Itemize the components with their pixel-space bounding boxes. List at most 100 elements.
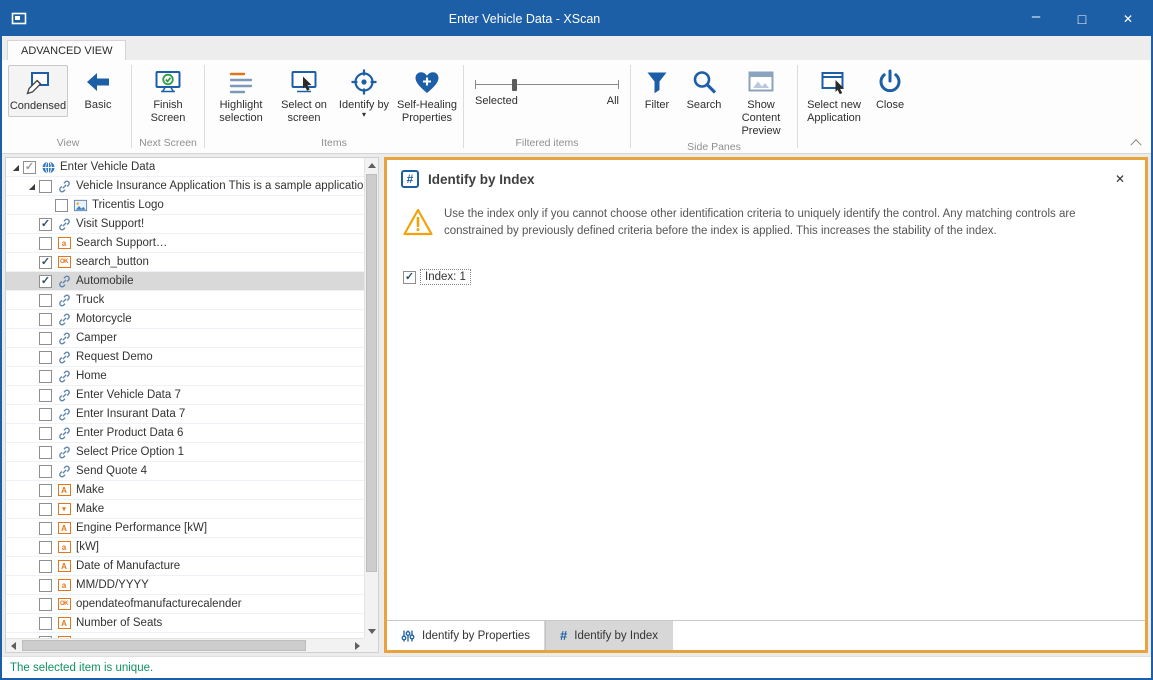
tree-item-checkbox[interactable] [39,370,52,383]
tree-item[interactable]: Enter Product Data 6 [6,424,364,443]
scroll-up-arrow[interactable] [365,158,379,172]
tree-item[interactable]: ▾Make [6,500,364,519]
tree-item-checkbox[interactable] [39,351,52,364]
tree-item[interactable]: OKopendateofmanufacturecalender [6,595,364,614]
search-label: Search [687,99,722,112]
tree-item-checkbox[interactable] [39,503,52,516]
tree-item[interactable]: Select Price Option 1 [6,443,364,462]
ribbon-group-label-filtered-items: Filtered items [467,137,627,153]
select-on-screen-button[interactable]: Select on screen [274,65,334,128]
tree-item-checkbox[interactable] [39,180,52,193]
title-bar[interactable]: Enter Vehicle Data - XScan [2,2,1151,36]
scroll-right-arrow[interactable] [350,639,364,653]
index-checkbox[interactable] [403,271,416,284]
tree-item[interactable]: aMM/DD/YYYY [6,576,364,595]
identify-by-button[interactable]: Identify by [334,65,394,120]
tree-item[interactable]: AEngine Performance [kW] [6,519,364,538]
tree-item-checkbox[interactable] [39,560,52,573]
select-on-screen-label: Select on screen [276,99,332,125]
tree-item[interactable]: ADate of Manufacture [6,557,364,576]
filtered-items-slider[interactable] [475,78,619,92]
tree-item-checkbox[interactable] [39,218,52,231]
finish-screen-button[interactable]: Finish Screen [135,65,201,128]
tree-item[interactable]: Camper [6,329,364,348]
close-xscan-label: Close [876,99,904,112]
power-icon [876,68,904,96]
horizontal-scroll-track[interactable] [20,639,350,652]
filter-button[interactable]: Filter [634,65,680,115]
horizontal-scroll-thumb[interactable] [22,640,306,651]
close-panel-icon[interactable] [1109,168,1131,190]
tree-item[interactable]: Visit Support! [6,215,364,234]
vertical-scroll-thumb[interactable] [366,174,377,572]
tree-item[interactable]: OKsearch_button [6,253,364,272]
maximize-button[interactable] [1059,2,1105,36]
tree-item-checkbox[interactable] [39,484,52,497]
tree-item[interactable]: Motorcycle [6,310,364,329]
tree-item-checkbox[interactable] [39,465,52,478]
ribbon-group-items: Highlight selection Select on screen Ide… [208,60,460,153]
vertical-scroll-track[interactable] [365,172,378,624]
tree-item[interactable]: aSearch Support… [6,234,364,253]
tree-item[interactable]: a[kW] [6,538,364,557]
tree-item-checkbox[interactable] [23,161,36,174]
scroll-left-arrow[interactable] [6,639,20,653]
view-tab-row: ADVANCED VIEW [2,36,1151,60]
tab-identify-by-index[interactable]: Identify by Index [545,621,673,650]
tree-item-checkbox[interactable] [39,313,52,326]
tree-item[interactable]: Truck [6,291,364,310]
tree-item-checkbox[interactable] [39,408,52,421]
slider-thumb[interactable] [512,79,517,91]
tree-item[interactable]: Request Demo [6,348,364,367]
expander-icon[interactable] [25,182,39,191]
tree-item[interactable]: Enter Insurant Data 7 [6,405,364,424]
tree-item-checkbox[interactable] [39,446,52,459]
ribbon-collapse-button[interactable] [1132,138,1141,147]
basic-button[interactable]: Basic [68,65,128,115]
tree-item-checkbox[interactable] [39,256,52,269]
tree-item-checkbox[interactable] [39,522,52,535]
scroll-down-arrow[interactable] [365,624,379,638]
expander-icon[interactable] [9,163,23,172]
slider-tick-right [618,80,619,89]
select-new-application-button[interactable]: Select new Application [801,65,867,128]
tree-item[interactable]: Home [6,367,364,386]
tree-item[interactable]: Enter Vehicle Data [6,158,364,177]
ribbon-group-label-view: View [8,137,128,153]
link-icon [56,331,72,346]
close-xscan-button[interactable]: Close [867,65,913,115]
show-content-preview-button[interactable]: Show Content Preview [728,65,794,141]
tree-item-checkbox[interactable] [39,617,52,630]
tab-identify-by-properties[interactable]: Identify by Properties [387,621,545,650]
horizontal-scrollbar[interactable] [6,638,364,652]
tree-item-label: opendateofmanufacturecalender [76,598,242,610]
minimize-button[interactable] [1013,2,1059,36]
self-healing-properties-button[interactable]: Self-Healing Properties [394,65,460,128]
tree-item[interactable]: Send Quote 4 [6,462,364,481]
close-window-button[interactable] [1105,2,1151,36]
tree-item-checkbox[interactable] [39,275,52,288]
tree-item-checkbox[interactable] [39,237,52,250]
tree-item-checkbox[interactable] [39,294,52,307]
tree-item[interactable]: Vehicle Insurance Application This is a … [6,177,364,196]
tree-item[interactable]: ANumber of Seats [6,614,364,633]
tree-item[interactable]: Automobile [6,272,364,291]
panel-body: Use the index only if you cannot choose … [387,198,1145,620]
tab-advanced-view[interactable]: ADVANCED VIEW [7,40,126,61]
tree-item-checkbox[interactable] [55,199,68,212]
tree-item-checkbox[interactable] [39,427,52,440]
tree-item-checkbox[interactable] [39,389,52,402]
tree-item-checkbox[interactable] [39,579,52,592]
tree-item[interactable]: Tricentis Logo [6,196,364,215]
search-button[interactable]: Search [680,65,728,115]
highlight-selection-button[interactable]: Highlight selection [208,65,274,128]
tree-item-label: Date of Manufacture [76,560,180,572]
tree-item-checkbox[interactable] [39,541,52,554]
tree-item-checkbox[interactable] [39,598,52,611]
vertical-scrollbar[interactable] [364,158,378,638]
tree-item[interactable]: AMake [6,481,364,500]
tree-item[interactable]: Enter Vehicle Data 7 [6,386,364,405]
condensed-button[interactable]: Condensed [8,65,68,117]
index-checkbox-label[interactable]: Index: 1 [420,269,471,285]
tree-item-checkbox[interactable] [39,332,52,345]
